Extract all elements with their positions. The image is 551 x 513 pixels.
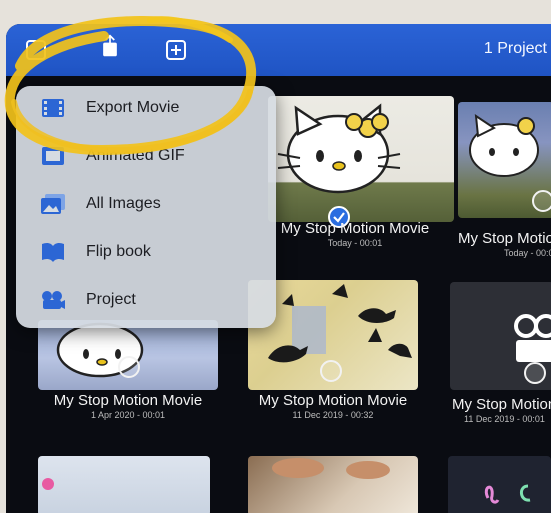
add-icon[interactable] xyxy=(164,38,188,62)
kitty-figure-image xyxy=(277,103,401,194)
select-circle-icon[interactable] xyxy=(320,360,342,382)
project-date: 11 Dec 2019 - 00:01 xyxy=(464,414,545,424)
close-icon[interactable] xyxy=(24,38,48,62)
project-tile[interactable] xyxy=(448,456,551,513)
project-thumbnail xyxy=(268,96,454,222)
project-tile[interactable]: My Stop Motion Movie Today - 00:01 xyxy=(268,96,454,276)
top-toolbar: 1 Project xyxy=(6,24,551,76)
share-icon[interactable] xyxy=(98,34,122,58)
project-tile[interactable]: My Stop Motion Movie Today - 00:01 xyxy=(458,102,551,272)
project-date: Today - 00:01 xyxy=(504,248,551,258)
project-icon xyxy=(42,291,65,309)
menu-item-label: Export Movie xyxy=(86,99,180,116)
project-date: 1 Apr 2020 - 00:01 xyxy=(90,410,166,420)
menu-item-project[interactable]: Project xyxy=(16,278,276,324)
kitty-figure-image xyxy=(56,322,144,378)
menu-item-flip-book[interactable]: Flip book xyxy=(16,230,276,276)
project-count: 1 Project xyxy=(483,40,547,57)
letters-image xyxy=(484,484,531,504)
menu-item-label: Flip book xyxy=(86,243,151,260)
project-tile[interactable] xyxy=(248,456,418,513)
project-title: My Stop Motion Movie xyxy=(452,396,551,413)
film-icon xyxy=(42,99,64,117)
project-date: Today - 00:01 xyxy=(327,238,383,248)
hands-image xyxy=(272,458,390,479)
book-icon xyxy=(42,242,64,262)
project-date: 11 Dec 2019 - 00:32 xyxy=(292,410,374,420)
select-circle-icon[interactable] xyxy=(524,362,546,384)
menu-item-all-images[interactable]: All Images xyxy=(16,182,276,228)
project-thumbnail xyxy=(448,456,551,513)
menu-item-label: Animated GIF xyxy=(86,147,185,164)
gif-icon xyxy=(42,147,64,165)
project-title: My Stop Motion Movie xyxy=(258,392,408,409)
project-title: My Stop Motion Movie xyxy=(458,230,551,247)
project-thumbnail xyxy=(38,456,210,513)
project-thumbnail xyxy=(38,320,218,390)
project-tile[interactable] xyxy=(38,456,210,513)
ipad-screen: 1 Project My Stop Motion Movie Today - 0… xyxy=(6,24,551,513)
export-menu: Export Movie Animated GIF All Images Fli… xyxy=(16,86,276,328)
project-tile[interactable]: My Stop Motion Movie 11 Dec 2019 - 00:01 xyxy=(450,282,551,428)
project-tile[interactable]: My Stop Motion Movie 1 Apr 2020 - 00:01 xyxy=(38,320,218,426)
project-thumbnail xyxy=(248,456,418,513)
select-circle-icon[interactable] xyxy=(118,356,140,378)
project-title: My Stop Motion Movie xyxy=(53,392,203,409)
select-circle-icon[interactable] xyxy=(532,190,551,212)
project-title: My Stop Motion Movie xyxy=(280,220,430,237)
images-icon xyxy=(41,194,65,214)
menu-item-export-movie[interactable]: Export Movie xyxy=(16,86,276,132)
menu-item-label: Project xyxy=(86,291,136,308)
menu-item-label: All Images xyxy=(86,195,161,212)
photo-of-ipad-screen: 1 Project My Stop Motion Movie Today - 0… xyxy=(0,0,551,513)
toy-image xyxy=(42,478,54,490)
menu-item-animated-gif[interactable]: Animated GIF xyxy=(16,134,276,180)
